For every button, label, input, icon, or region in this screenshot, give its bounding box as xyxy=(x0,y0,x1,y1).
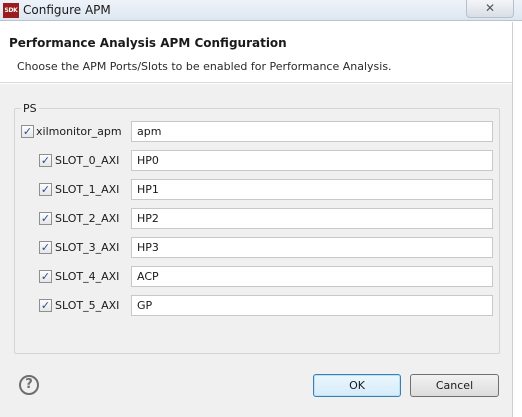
slot-3-label: SLOT_3_AXI xyxy=(55,241,120,254)
slot-5-checkbox[interactable]: ✓ xyxy=(39,299,52,312)
slot-5-field[interactable]: GP xyxy=(131,295,493,316)
page-description: Choose the APM Ports/Slots to be enabled… xyxy=(17,60,392,73)
monitor-row: ✓ xilmonitor_apm apm xyxy=(0,121,512,142)
ok-button[interactable]: OK xyxy=(313,374,401,397)
dialog-body: PS ✓ xilmonitor_apm apm ✓ SLOT_0_AXI HP0… xyxy=(0,84,512,417)
slot-0-field[interactable]: HP0 xyxy=(131,150,493,171)
slot-1-label: SLOT_1_AXI xyxy=(55,183,120,196)
sdk-app-icon: SDK xyxy=(3,3,19,18)
slot-row: ✓ SLOT_1_AXI HP1 xyxy=(0,179,512,200)
ps-group-box xyxy=(14,108,500,354)
cancel-button[interactable]: Cancel xyxy=(410,374,499,397)
slot-5-label: SLOT_5_AXI xyxy=(55,299,120,312)
help-icon[interactable]: ? xyxy=(19,375,39,395)
slot-row: ✓ SLOT_5_AXI GP xyxy=(0,295,512,316)
window-title: Configure APM xyxy=(23,3,111,17)
slot-0-checkbox[interactable]: ✓ xyxy=(39,154,52,167)
window-right-edge xyxy=(512,22,522,417)
slot-row: ✓ SLOT_3_AXI HP3 xyxy=(0,237,512,258)
slot-row: ✓ SLOT_4_AXI ACP xyxy=(0,266,512,287)
slot-0-label: SLOT_0_AXI xyxy=(55,154,120,167)
slot-1-checkbox[interactable]: ✓ xyxy=(39,183,52,196)
xilmonitor-apm-checkbox[interactable]: ✓ xyxy=(21,125,34,138)
slot-3-field[interactable]: HP3 xyxy=(131,237,493,258)
close-button[interactable]: ✕ xyxy=(466,0,514,18)
xilmonitor-apm-field[interactable]: apm xyxy=(131,121,493,142)
slot-2-field[interactable]: HP2 xyxy=(131,208,493,229)
xilmonitor-apm-label: xilmonitor_apm xyxy=(36,125,122,138)
slot-4-field[interactable]: ACP xyxy=(131,266,493,287)
slot-3-checkbox[interactable]: ✓ xyxy=(39,241,52,254)
slot-4-checkbox[interactable]: ✓ xyxy=(39,270,52,283)
dialog-header: Performance Analysis APM Configuration C… xyxy=(0,22,522,83)
slot-2-label: SLOT_2_AXI xyxy=(55,212,120,225)
slot-2-checkbox[interactable]: ✓ xyxy=(39,212,52,225)
page-title: Performance Analysis APM Configuration xyxy=(9,36,287,50)
slot-1-field[interactable]: HP1 xyxy=(131,179,493,200)
slot-row: ✓ SLOT_0_AXI HP0 xyxy=(0,150,512,171)
slot-row: ✓ SLOT_2_AXI HP2 xyxy=(0,208,512,229)
ps-group-label: PS xyxy=(21,102,39,115)
title-bar: SDK Configure APM ✕ xyxy=(0,0,522,21)
slot-4-label: SLOT_4_AXI xyxy=(55,270,120,283)
